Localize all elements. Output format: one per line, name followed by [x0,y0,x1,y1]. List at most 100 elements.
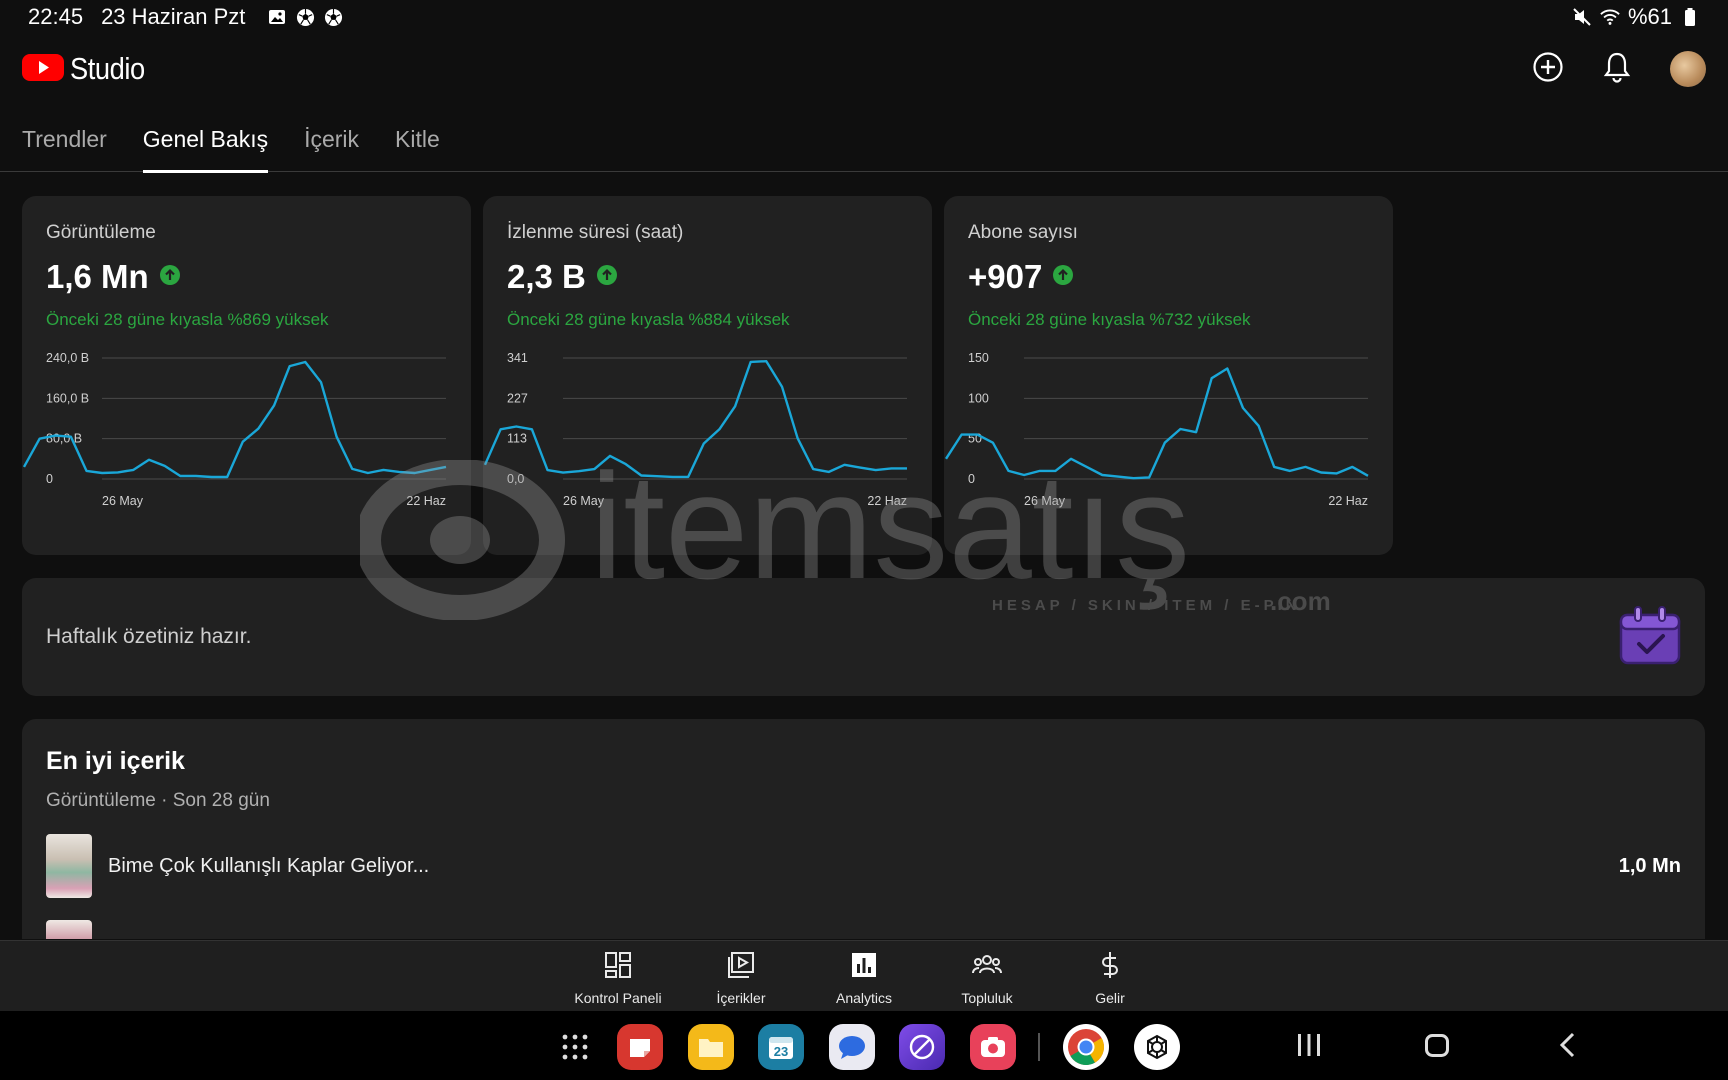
nav-dashboard[interactable]: Kontrol Paneli [557,941,680,1011]
list-item[interactable]: Bime Çok Kullanışlı Kaplar Geliyor... 1,… [46,834,1681,898]
tab-icerik[interactable]: İçerik [304,104,359,172]
nav-earn[interactable]: Gelir [1049,941,1172,1011]
x-tick-label: 22 Haz [867,494,907,508]
calendar-app-icon[interactable]: 23 [758,1024,804,1070]
back-button[interactable] [1557,1031,1579,1064]
subscribers-chart: 15010050026 May 22 Haz [944,351,1369,508]
x-tick-label: 22 Haz [1328,494,1368,508]
subscribers-card[interactable]: Abone sayısı +907 Önceki 28 güne kıyasla… [944,196,1393,555]
calendar-day: 23 [774,1044,788,1059]
dashboard-icon [604,951,632,984]
y-tick-label: 227 [507,391,528,405]
y-tick-label: 113 [507,432,527,446]
notes-app-icon[interactable] [617,1024,663,1070]
analytics-icon [850,951,878,984]
y-tick-label: 80,0 B [46,432,82,446]
x-tick-label: 26 May [563,494,605,508]
series-line [944,367,1369,480]
card-title: Görüntüleme [46,222,156,243]
card-value: 2,3 B [507,258,586,295]
x-tick-label: 26 May [1024,494,1066,508]
watch-time-card[interactable]: İzlenme süresi (saat) 2,3 B Önceki 28 gü… [483,196,932,555]
card-title: Abone sayısı [968,222,1078,243]
home-button[interactable] [1424,1031,1450,1064]
weekly-summary-card[interactable]: Haftalık özetiniz hazır. [22,578,1705,696]
y-tick-label: 0 [968,472,975,486]
files-app-icon[interactable] [688,1024,734,1070]
y-tick-label: 240,0 B [46,351,89,365]
internet-app-icon[interactable] [899,1024,945,1070]
messages-app-icon[interactable] [829,1024,875,1070]
nav-label: Analytics [835,990,893,1006]
metric-cards: Görüntüleme 1,6 Mn Önceki 28 güne kıyasl… [22,196,1393,555]
y-tick-label: 341 [507,351,528,365]
earn-icon [1096,951,1124,984]
soccer-ball-icon [295,7,315,27]
views-card[interactable]: Görüntüleme 1,6 Mn Önceki 28 güne kıyasl… [22,196,471,555]
card-comparison: Önceki 28 güne kıyasla %732 yüksek [968,310,1251,329]
tab-kitle[interactable]: Kitle [395,104,440,172]
avatar[interactable] [1670,51,1706,87]
app-header: Studio [0,34,1728,104]
video-thumbnail [46,834,92,898]
y-tick-label: 0 [46,472,53,486]
recent-apps-button[interactable] [1296,1031,1322,1064]
tab-bar: Trendler Genel Bakış İçerik Kitle [0,104,1728,173]
soccer-ball-icon [323,7,343,27]
wifi-icon [1600,7,1620,27]
top-content-title: En iyi içerik [46,747,185,775]
battery-percent: %61 [1627,4,1672,29]
top-content-card: En iyi içerik Görüntüleme · Son 28 gün B… [22,719,1705,939]
bottom-navigation: Kontrol Paneli İçerikler Analytics Toplu… [0,940,1728,1011]
create-icon[interactable] [1532,51,1564,88]
y-tick-label: 0,0 [507,472,524,486]
content-icon [727,951,755,984]
nav-community[interactable]: Topluluk [926,941,1049,1011]
card-comparison: Önceki 28 güne kıyasla %884 yüksek [507,310,790,329]
x-tick-label: 26 May [102,494,144,508]
weekly-summary-text: Haftalık özetiniz hazır. [46,625,252,648]
y-tick-label: 100 [968,391,989,405]
tab-trendler[interactable]: Trendler [22,104,107,172]
status-date: 23 Haziran Pzt [101,4,246,29]
video-title: Bime Çok Kullanışlı Kaplar Geliyor... [108,854,430,877]
calendar-check-icon [1617,603,1683,672]
nav-label: Kontrol Paneli [574,990,662,1006]
youtube-logo-icon [22,52,64,87]
card-title: İzlenme süresi (saat) [507,222,684,243]
mute-icon [1572,7,1592,27]
video-views: 1,0 Mn [1618,854,1681,877]
youtube-studio-logo[interactable]: Studio [22,51,155,87]
x-tick-label: 22 Haz [406,494,446,508]
camera-app-icon[interactable] [970,1024,1016,1070]
nav-label: Gelir [1095,990,1125,1006]
y-tick-label: 160,0 B [46,391,89,405]
status-bar: 22:45 23 Haziran Pzt %61 [0,0,1728,34]
nav-label: Topluluk [961,990,1013,1006]
chrome-app-icon[interactable] [1063,1024,1109,1070]
trend-up-icon [596,264,618,291]
community-icon [971,951,1003,984]
card-value: 1,6 Mn [46,258,149,295]
card-comparison: Önceki 28 güne kıyasla %869 yüksek [46,310,329,329]
trend-up-icon [159,264,181,291]
nav-content[interactable]: İçerikler [680,941,803,1011]
app-drawer-icon[interactable] [552,1024,598,1070]
tab-genel-bakis[interactable]: Genel Bakış [142,104,269,173]
app-name: Studio [70,51,145,86]
dock-divider [1038,1033,1040,1061]
trend-up-icon [1052,264,1074,291]
system-navigation-bar: 23 [0,1011,1728,1080]
series-line [483,359,907,479]
top-content-subtitle: Görüntüleme · Son 28 gün [46,790,270,811]
nav-analytics[interactable]: Analytics [803,941,926,1011]
video-thumbnail[interactable] [46,920,92,939]
battery-icon [1680,7,1700,27]
bell-icon[interactable] [1602,51,1632,88]
chatgpt-app-icon[interactable] [1134,1024,1180,1070]
status-time: 22:45 [28,4,84,29]
views-chart: 240,0 B 160,0 B 80,0 B 0 26 May 22 Haz [22,351,447,508]
image-icon [267,7,287,27]
series-line [22,360,447,479]
nav-label: İçerikler [716,990,766,1006]
